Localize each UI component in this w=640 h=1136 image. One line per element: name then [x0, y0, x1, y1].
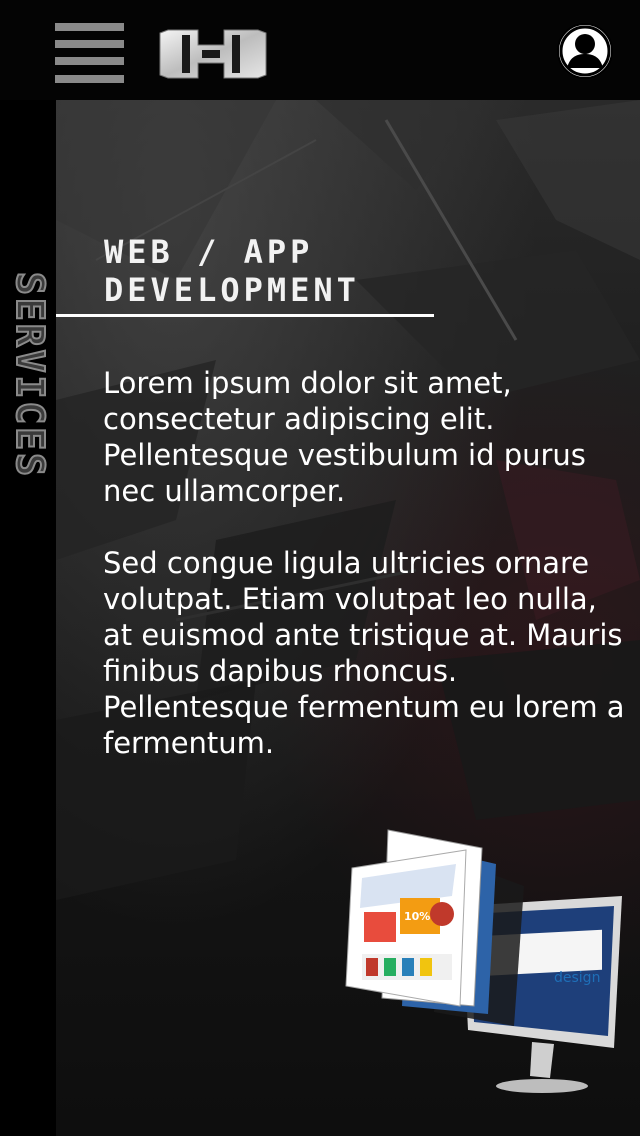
body-text: Lorem ipsum dolor sit amet, consectetur …	[103, 365, 633, 797]
paragraph: Sed congue ligula ultricies ornare volut…	[103, 546, 625, 760]
hamburger-menu-icon[interactable]	[55, 23, 124, 83]
svg-text:design: design	[554, 970, 600, 986]
main-content: WEB / APP DEVELOPMENT Lorem ipsum dolor …	[56, 100, 640, 1136]
title-divider	[56, 314, 434, 317]
svg-text:10%: 10%	[404, 910, 430, 923]
sidebar-section-label: SERVICES	[7, 271, 53, 480]
page-title: WEB / APP DEVELOPMENT	[104, 233, 360, 309]
sidebar: SERVICES	[0, 100, 56, 1136]
paragraph: Lorem ipsum dolor sit amet, consectetur …	[103, 366, 586, 508]
top-bar	[0, 0, 640, 100]
devices-illustration: design 10%	[345, 829, 622, 1093]
h-logo-icon[interactable]	[158, 29, 268, 79]
user-avatar-icon[interactable]	[556, 22, 614, 80]
